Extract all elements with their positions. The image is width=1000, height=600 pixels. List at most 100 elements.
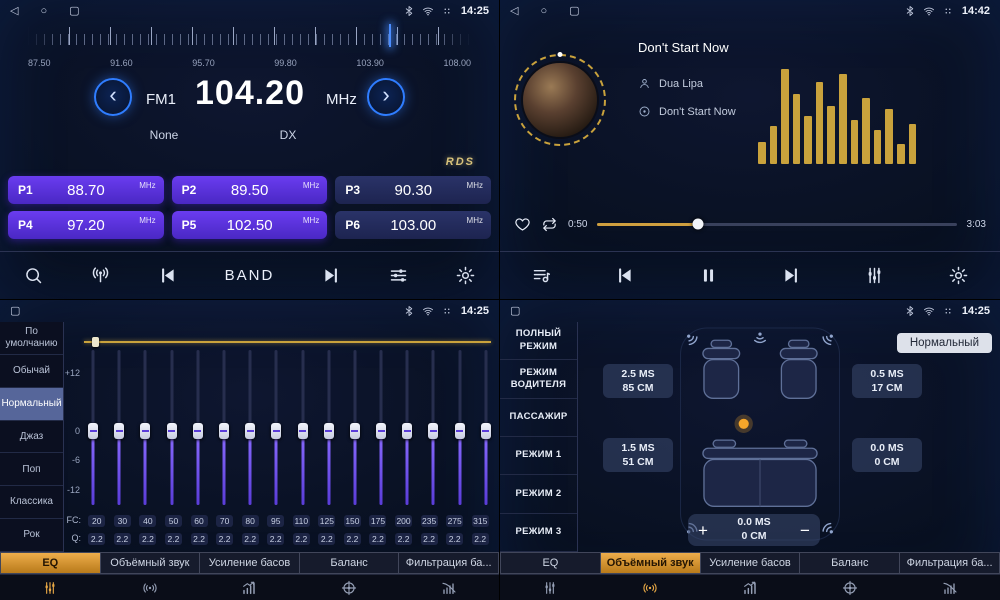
eq-band-40hz-slider[interactable] xyxy=(138,350,152,505)
surround-tab-balance[interactable]: Баланс xyxy=(800,552,900,574)
favorite-button[interactable] xyxy=(514,216,531,233)
settings-button[interactable] xyxy=(948,265,969,286)
eq-preset-1[interactable]: Обычай xyxy=(0,355,63,388)
eq-band-30hz-slider[interactable] xyxy=(112,350,126,505)
band-select-button[interactable]: BAND xyxy=(225,267,275,284)
eq-bass-boost-icon-button[interactable] xyxy=(200,575,300,600)
recents-icon[interactable]: ▢ xyxy=(69,6,79,17)
tune-up-button[interactable]: › xyxy=(367,78,405,116)
broadcast-button[interactable] xyxy=(90,265,111,286)
back-icon[interactable]: ◁ xyxy=(10,6,18,17)
repeat-button[interactable] xyxy=(541,216,558,233)
surround-tab-eq[interactable]: EQ xyxy=(500,552,601,574)
surround-mode-5[interactable]: РЕЖИМ 2 xyxy=(500,475,577,513)
eq-preset-6[interactable]: Рок xyxy=(0,519,63,552)
eq-handle[interactable] xyxy=(298,423,308,439)
surround-mode-2[interactable]: РЕЖИМ ВОДИТЕЛЯ xyxy=(500,360,577,398)
eq-handle[interactable] xyxy=(219,423,229,439)
eq-handle[interactable] xyxy=(428,423,438,439)
surround-mode-4[interactable]: РЕЖИМ 1 xyxy=(500,437,577,475)
eq-band-95hz-slider[interactable] xyxy=(269,350,283,505)
eq-band-200hz-slider[interactable] xyxy=(400,350,414,505)
surround-mode-3[interactable]: ПАССАЖИР xyxy=(500,399,577,437)
preset-p4-button[interactable]: P497.20MHz xyxy=(8,211,164,239)
settings-button[interactable] xyxy=(455,265,476,286)
eq-band-125hz-slider[interactable] xyxy=(322,350,336,505)
eq-band-70hz-slider[interactable] xyxy=(217,350,231,505)
eq-eq-icon-button[interactable] xyxy=(0,575,100,600)
eq-band-110hz-slider[interactable] xyxy=(296,350,310,505)
eq-handle[interactable] xyxy=(376,423,386,439)
surround-balance-icon-button[interactable] xyxy=(800,575,900,600)
surround-surround-icon-button[interactable] xyxy=(600,575,700,600)
seek-knob[interactable] xyxy=(693,219,704,230)
album-art[interactable] xyxy=(514,54,606,146)
eq-band-80hz-slider[interactable] xyxy=(243,350,257,505)
preset-p5-button[interactable]: P5102.50MHz xyxy=(172,211,328,239)
next-track-button[interactable] xyxy=(781,265,802,286)
eq-handle[interactable] xyxy=(140,423,150,439)
tune-down-button[interactable]: ‹ xyxy=(94,78,132,116)
eq-band-175hz-slider[interactable] xyxy=(374,350,388,505)
eq-tab-balance[interactable]: Баланс xyxy=(300,552,400,574)
profile-button[interactable]: Нормальный xyxy=(897,333,992,353)
eq-handle[interactable] xyxy=(455,423,465,439)
eq-balance-icon-button[interactable] xyxy=(299,575,399,600)
eq-handle[interactable] xyxy=(193,423,203,439)
surround-bass-boost-icon-button[interactable] xyxy=(700,575,800,600)
playlist-button[interactable] xyxy=(531,265,552,286)
eq-handle[interactable] xyxy=(402,423,412,439)
preset-p2-button[interactable]: P289.50MHz xyxy=(172,176,328,204)
master-handle[interactable] xyxy=(92,337,99,347)
recents-icon[interactable]: ▢ xyxy=(510,306,520,317)
eq-tab-filter[interactable]: Фильтрация ба... xyxy=(399,552,499,574)
frequency-ruler[interactable]: 87.5091.6095.7099.80103.90108.00 xyxy=(28,24,471,68)
recents-icon[interactable]: ▢ xyxy=(10,306,20,317)
eq-tab-surround[interactable]: Объёмный звук xyxy=(101,552,201,574)
recents-icon[interactable]: ▢ xyxy=(569,6,579,17)
decrease-delay-button[interactable]: − xyxy=(800,522,810,539)
eq-handle[interactable] xyxy=(481,423,491,439)
eq-preset-2[interactable]: Нормальный xyxy=(0,388,63,421)
eq-preset-3[interactable]: Джаз xyxy=(0,421,63,454)
surround-mode-6[interactable]: РЕЖИМ 3 xyxy=(500,514,577,552)
eq-handle[interactable] xyxy=(324,423,334,439)
eq-handle[interactable] xyxy=(114,423,124,439)
eq-preset-4[interactable]: Поп xyxy=(0,453,63,486)
home-icon[interactable]: ○ xyxy=(40,6,47,17)
increase-delay-button[interactable]: + xyxy=(698,522,708,539)
eq-band-20hz-slider[interactable] xyxy=(86,350,100,505)
previous-station-button[interactable] xyxy=(157,265,178,286)
home-icon[interactable]: ○ xyxy=(540,6,547,17)
eq-band-60hz-slider[interactable] xyxy=(191,350,205,505)
eq-tab-eq[interactable]: EQ xyxy=(0,552,101,574)
scan-button[interactable] xyxy=(23,265,44,286)
eq-handle[interactable] xyxy=(88,423,98,439)
eq-handle[interactable] xyxy=(350,423,360,439)
eq-band-275hz-slider[interactable] xyxy=(453,350,467,505)
eq-preset-5[interactable]: Классика xyxy=(0,486,63,519)
preset-p1-button[interactable]: P188.70MHz xyxy=(8,176,164,204)
audio-settings-button[interactable] xyxy=(388,265,409,286)
surround-tab-surround[interactable]: Объёмный звук xyxy=(601,552,701,574)
surround-tab-bass-boost[interactable]: Усиление басов xyxy=(701,552,801,574)
eq-handle[interactable] xyxy=(245,423,255,439)
eq-tab-bass-boost[interactable]: Усиление басов xyxy=(200,552,300,574)
next-station-button[interactable] xyxy=(321,265,342,286)
surround-filter-icon-button[interactable] xyxy=(900,575,1000,600)
master-level-slider[interactable] xyxy=(84,336,491,348)
eq-preset-0[interactable]: По умолчанию xyxy=(0,322,63,355)
pause-button[interactable] xyxy=(698,265,719,286)
back-icon[interactable]: ◁ xyxy=(510,6,518,17)
eq-band-150hz-slider[interactable] xyxy=(348,350,362,505)
surround-mode-1[interactable]: ПОЛНЫЙ РЕЖИМ xyxy=(500,322,577,360)
eq-handle[interactable] xyxy=(271,423,281,439)
equalizer-button[interactable] xyxy=(864,265,885,286)
preset-p3-button[interactable]: P390.30MHz xyxy=(335,176,491,204)
eq-band-50hz-slider[interactable] xyxy=(165,350,179,505)
eq-filter-icon-button[interactable] xyxy=(399,575,499,600)
surround-eq-icon-button[interactable] xyxy=(500,575,600,600)
eq-handle[interactable] xyxy=(167,423,177,439)
previous-track-button[interactable] xyxy=(614,265,635,286)
preset-p6-button[interactable]: P6103.00MHz xyxy=(335,211,491,239)
